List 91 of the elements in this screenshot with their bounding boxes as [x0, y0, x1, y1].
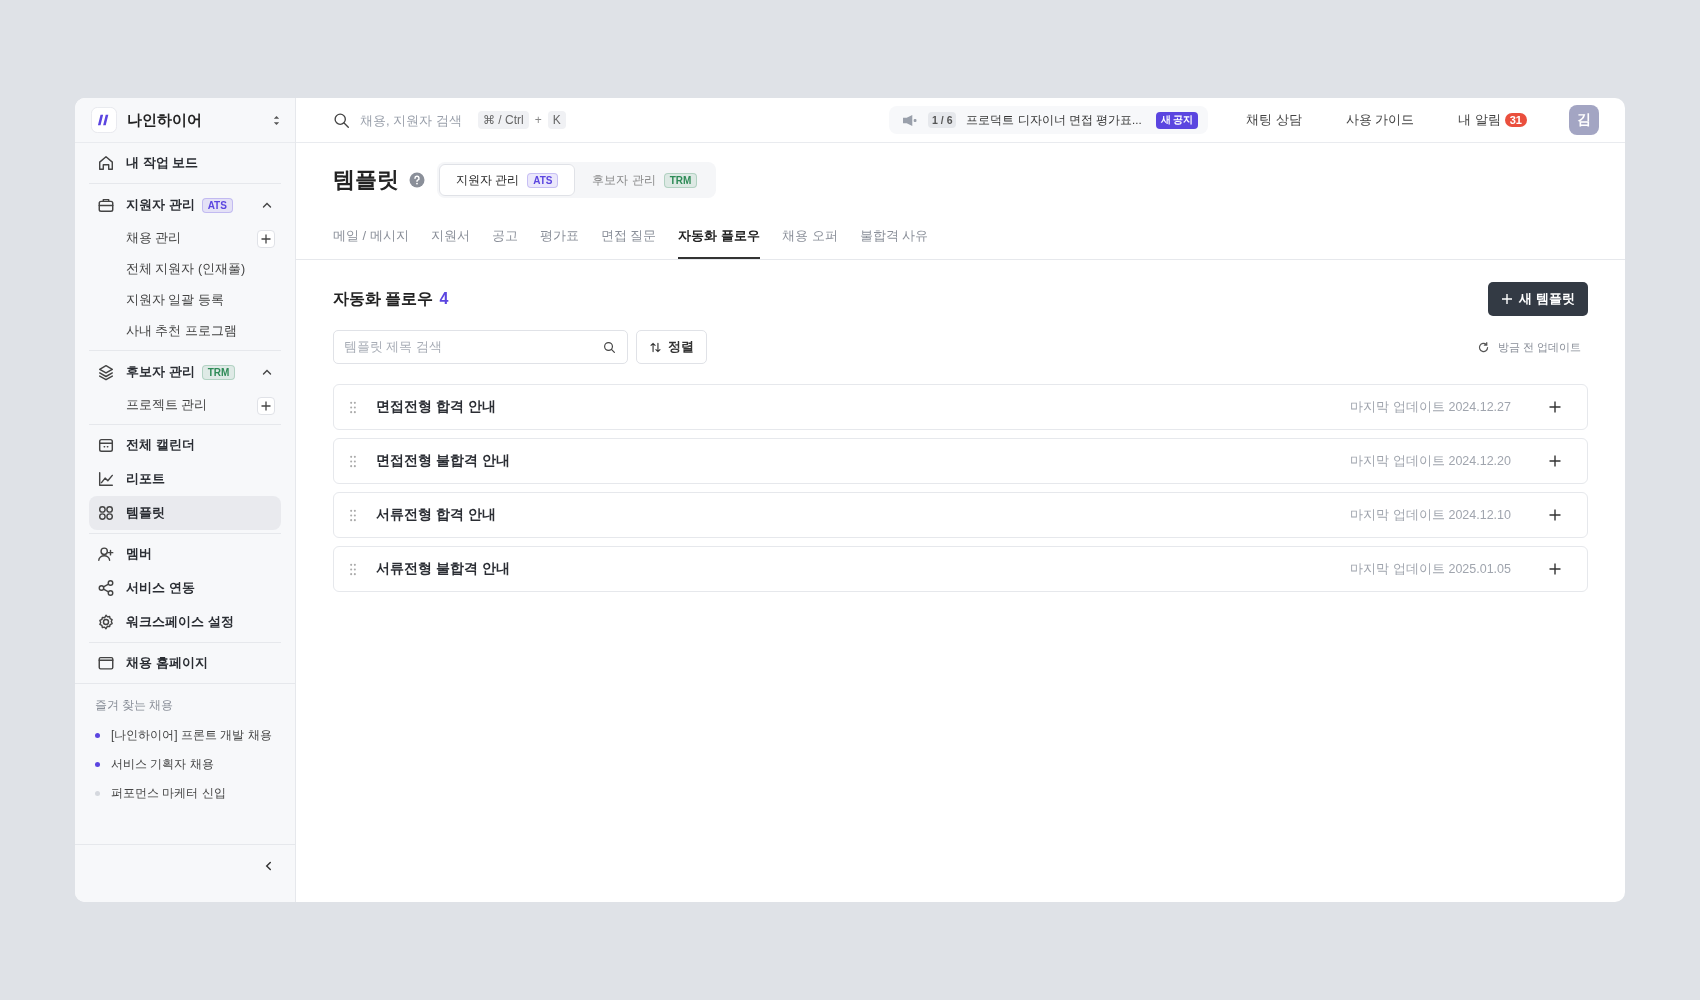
sidebar-item[interactable]: 워크스페이스 설정 — [89, 605, 281, 639]
favorite-item[interactable]: [나인하이어] 프론트 개발 채용 — [111, 727, 272, 744]
scope-label: 후보자 관리 — [592, 172, 656, 188]
plus-icon[interactable] — [1549, 509, 1561, 521]
drag-handle-icon[interactable] — [349, 508, 357, 522]
plus-icon[interactable] — [1549, 401, 1561, 413]
item-count: 4 — [439, 290, 449, 308]
browser-window-icon — [97, 654, 115, 672]
sidebar-item[interactable]: 템플릿 — [89, 496, 281, 530]
workspace-name[interactable]: 나인하이어 — [127, 110, 262, 130]
notice-bar[interactable]: 1 / 6 프로덕트 디자이너 면접 평가표... 새 공지 — [889, 106, 1209, 134]
share-icon — [97, 579, 115, 597]
sidebar-subitem[interactable]: 전체 지원자 (인재풀) — [126, 261, 275, 278]
layers-icon — [97, 363, 115, 381]
template-row[interactable]: 면접전형 불합격 안내 마지막 업데이트 2024.12.20 — [333, 438, 1588, 484]
plus-icon — [1501, 293, 1514, 305]
drag-handle-icon[interactable] — [349, 400, 357, 414]
sidebar-group-label[interactable]: 지원자 관리 — [126, 196, 195, 214]
shortcut-key: ⌘ / Ctrl — [478, 111, 529, 129]
refresh-status: 방금 전 업데이트 — [1497, 339, 1581, 355]
add-button[interactable] — [257, 396, 275, 415]
product-tag: TRM — [201, 364, 236, 380]
user-plus-icon — [97, 545, 115, 563]
header-link[interactable]: 사용 가이드 — [1345, 111, 1415, 129]
template-title: 면접전형 합격 안내 — [376, 398, 496, 416]
scope-tab[interactable]: 지원자 관리 ATS — [439, 164, 576, 196]
scope-label: 지원자 관리 — [456, 172, 520, 188]
template-row[interactable]: 서류전형 불합격 안내 마지막 업데이트 2025.01.05 — [333, 546, 1588, 592]
sort-icon — [649, 340, 662, 354]
last-updated: 마지막 업데이트 2024.12.20 — [1350, 452, 1511, 470]
scope-tab[interactable]: 후보자 관리 TRM — [575, 164, 715, 196]
logo-icon — [91, 107, 117, 133]
search-icon — [333, 111, 350, 129]
briefcase-icon — [97, 196, 115, 214]
help-icon[interactable] — [409, 172, 425, 188]
plus-icon[interactable] — [1549, 455, 1561, 467]
sidebar-subitem[interactable]: 채용 관리 — [126, 230, 257, 247]
sidebar-item[interactable]: 전체 캘린더 — [89, 428, 281, 462]
template-row[interactable]: 서류전형 합격 안내 마지막 업데이트 2024.12.10 — [333, 492, 1588, 538]
last-updated: 마지막 업데이트 2024.12.27 — [1350, 398, 1511, 416]
sidebar-item[interactable]: 멤버 — [89, 537, 281, 571]
last-updated: 마지막 업데이트 2025.01.05 — [1350, 560, 1511, 578]
search-icon — [603, 341, 616, 354]
notice-counter: 1 / 6 — [928, 112, 957, 128]
shortcut-key: K — [547, 111, 566, 129]
settings-icon — [97, 613, 115, 631]
header-link[interactable]: 채팅 상담 — [1246, 111, 1302, 129]
sidebar-item[interactable]: 내 작업 보드 — [89, 146, 281, 180]
collapse-icon[interactable] — [264, 860, 273, 872]
sidebar-item[interactable]: 서비스 연동 — [89, 571, 281, 605]
grid-icon — [97, 504, 115, 522]
favorites-heading: 즐겨 찾는 채용 — [95, 698, 175, 713]
sidebar-subitem[interactable]: 지원자 일괄 등록 — [126, 292, 275, 309]
template-title: 서류전형 불합격 안내 — [376, 560, 510, 578]
count-badge: 31 — [1504, 113, 1527, 127]
add-button[interactable] — [257, 229, 275, 248]
refresh-icon[interactable] — [1476, 340, 1490, 354]
template-row[interactable]: 면접전형 합격 안내 마지막 업데이트 2024.12.27 — [333, 384, 1588, 430]
home-icon — [97, 154, 115, 172]
megaphone-icon — [901, 113, 919, 127]
section-title: 자동화 플로우 — [333, 288, 434, 309]
shortcut-joiner: + — [534, 113, 542, 127]
template-search-field[interactable]: 템플릿 제목 검색 — [333, 330, 628, 364]
sidebar-subitem[interactable]: 프로젝트 관리 — [126, 397, 257, 414]
template-title: 면접전형 불합격 안내 — [376, 452, 510, 470]
template-title: 서류전형 합격 안내 — [376, 506, 496, 524]
page-title: 템플릿 — [333, 166, 399, 194]
new-notice-badge: 새 공지 — [1155, 111, 1199, 129]
product-tag: ATS — [527, 172, 559, 188]
favorite-item[interactable]: 퍼포먼스 마케터 신입 — [111, 785, 226, 802]
drag-handle-icon[interactable] — [349, 562, 357, 576]
plus-icon — [260, 232, 272, 245]
header-link[interactable]: 내 알림 — [1458, 111, 1501, 129]
plus-icon — [260, 399, 272, 412]
sort-button[interactable]: 정렬 — [636, 330, 707, 364]
product-tag: TRM — [663, 172, 698, 188]
calendar-icon — [97, 436, 115, 454]
sidebar-group-label[interactable]: 후보자 관리 — [126, 363, 195, 381]
favorite-item[interactable]: 서비스 기획자 채용 — [111, 756, 214, 773]
new-template-button[interactable]: 새 템플릿 — [1488, 282, 1588, 316]
tab[interactable]: 자동화 플로우 — [678, 217, 761, 259]
sort-arrows-icon[interactable] — [272, 113, 281, 127]
drag-handle-icon[interactable] — [349, 454, 357, 468]
product-tag: ATS — [201, 197, 233, 213]
sidebar-subitem[interactable]: 사내 추천 프로그램 — [126, 323, 275, 340]
sidebar-item[interactable]: 리포트 — [89, 462, 281, 496]
line-chart-icon — [97, 470, 115, 488]
sidebar-item[interactable]: 채용 홈페이지 — [89, 646, 281, 680]
plus-icon[interactable] — [1549, 563, 1561, 575]
last-updated: 마지막 업데이트 2024.12.10 — [1350, 506, 1511, 524]
notice-text: 프로덕트 디자이너 면접 평가표... — [966, 112, 1142, 128]
